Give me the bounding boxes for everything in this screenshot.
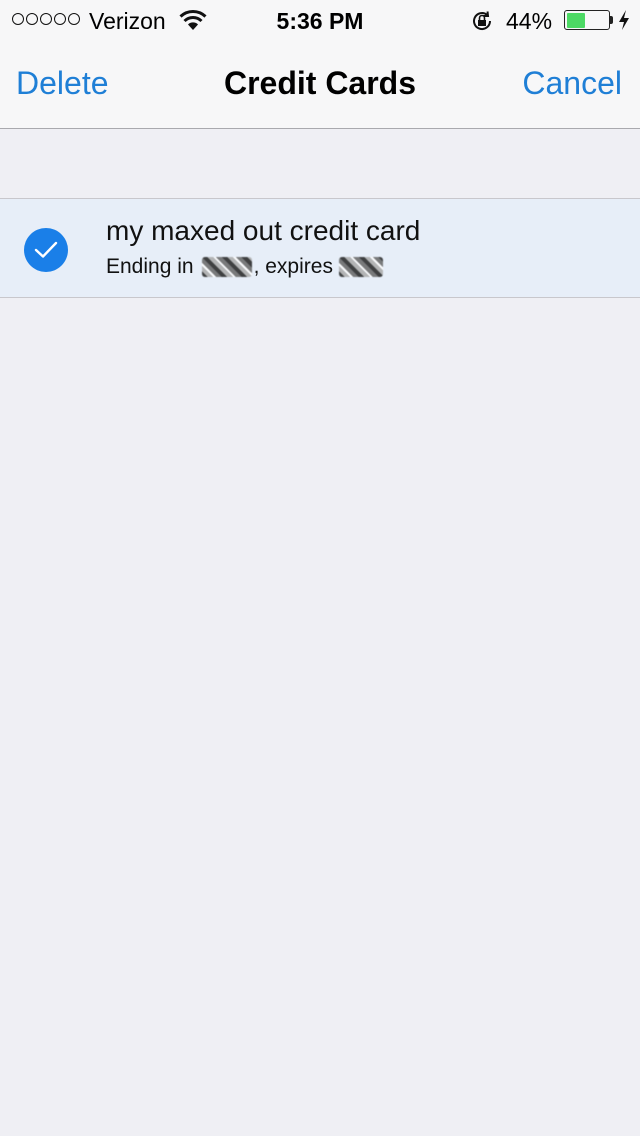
ending-label: Ending in xyxy=(106,255,194,278)
checkmark-icon xyxy=(34,241,58,258)
navigation-bar: Delete Credit Cards Cancel xyxy=(0,40,640,129)
battery-level-fill xyxy=(566,12,585,28)
selected-checkmark-icon[interactable] xyxy=(24,228,68,272)
rotation-lock-icon xyxy=(473,11,492,30)
card-detail: Ending in , expires xyxy=(106,255,385,279)
expires-label: , expires xyxy=(253,255,333,278)
redacted-expiry xyxy=(338,257,383,277)
battery-nub xyxy=(610,16,613,24)
delete-button[interactable]: Delete xyxy=(16,65,109,102)
credit-card-row[interactable]: my maxed out credit card Ending in , exp… xyxy=(0,198,640,298)
redacted-last-digits xyxy=(201,257,252,277)
card-name: my maxed out credit card xyxy=(106,215,421,246)
cancel-button[interactable]: Cancel xyxy=(522,65,622,102)
battery-icon xyxy=(564,10,610,30)
top-bar: Verizon 5:36 PM 44% Delete Credit Cards … xyxy=(0,0,640,129)
charging-bolt-icon xyxy=(619,10,629,30)
status-bar: Verizon 5:36 PM 44% xyxy=(0,0,640,40)
battery-percentage: 44% xyxy=(506,8,553,34)
